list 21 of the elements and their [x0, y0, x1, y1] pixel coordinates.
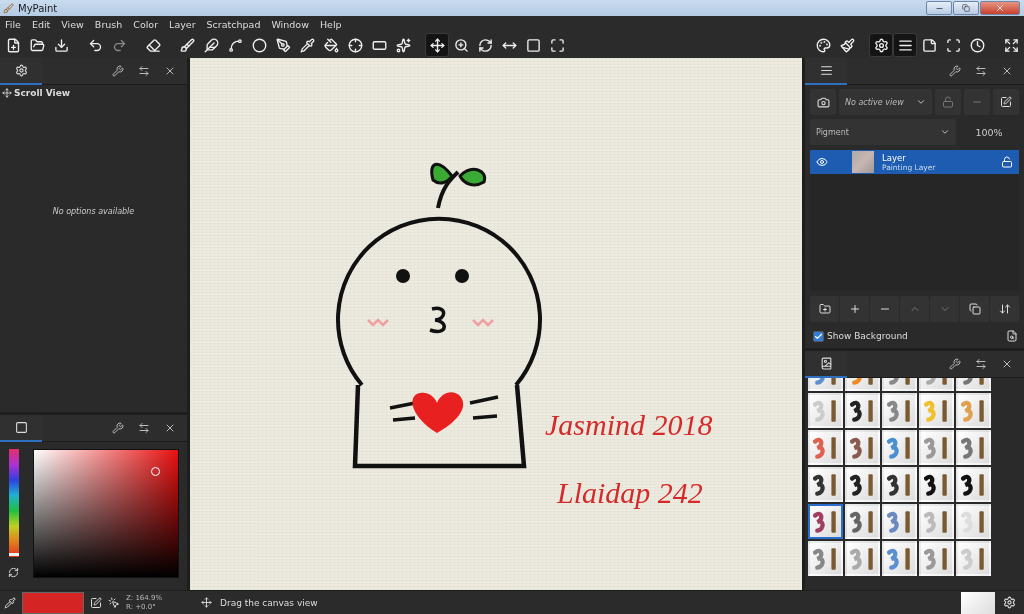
menu-item[interactable]: View — [56, 18, 89, 30]
menu-item[interactable]: Brush — [89, 18, 128, 30]
status-message: Drag the canvas view — [220, 597, 318, 608]
menu-item[interactable]: Scratchpad — [201, 18, 266, 30]
window-title: MyPaint — [18, 2, 58, 14]
options-title: Scroll View — [14, 88, 71, 98]
blend-mode-dropdown[interactable]: Pigment — [810, 119, 956, 145]
view-dropdown[interactable]: No active view — [839, 89, 932, 115]
menu-item[interactable]: Window — [266, 18, 314, 30]
opacity-value[interactable]: 100% — [959, 126, 1019, 138]
layer-name: Layer — [882, 152, 906, 163]
menu-item[interactable]: Edit — [26, 18, 56, 30]
checkbox-label: Show Background — [827, 331, 909, 341]
menu-item[interactable]: Layer — [164, 18, 201, 30]
handwritten-note: Llaidap 242 — [557, 476, 703, 510]
handwritten-note: Jasmind 2018 — [545, 408, 713, 442]
empty-message: No options available — [52, 207, 135, 216]
menu-item[interactable]: Color — [128, 18, 164, 30]
drawing-canvas[interactable]: Jasmind 2018 Llaidap 242 — [190, 58, 802, 590]
menu-item[interactable]: File — [0, 18, 26, 30]
menu-item[interactable]: Help — [314, 18, 347, 30]
